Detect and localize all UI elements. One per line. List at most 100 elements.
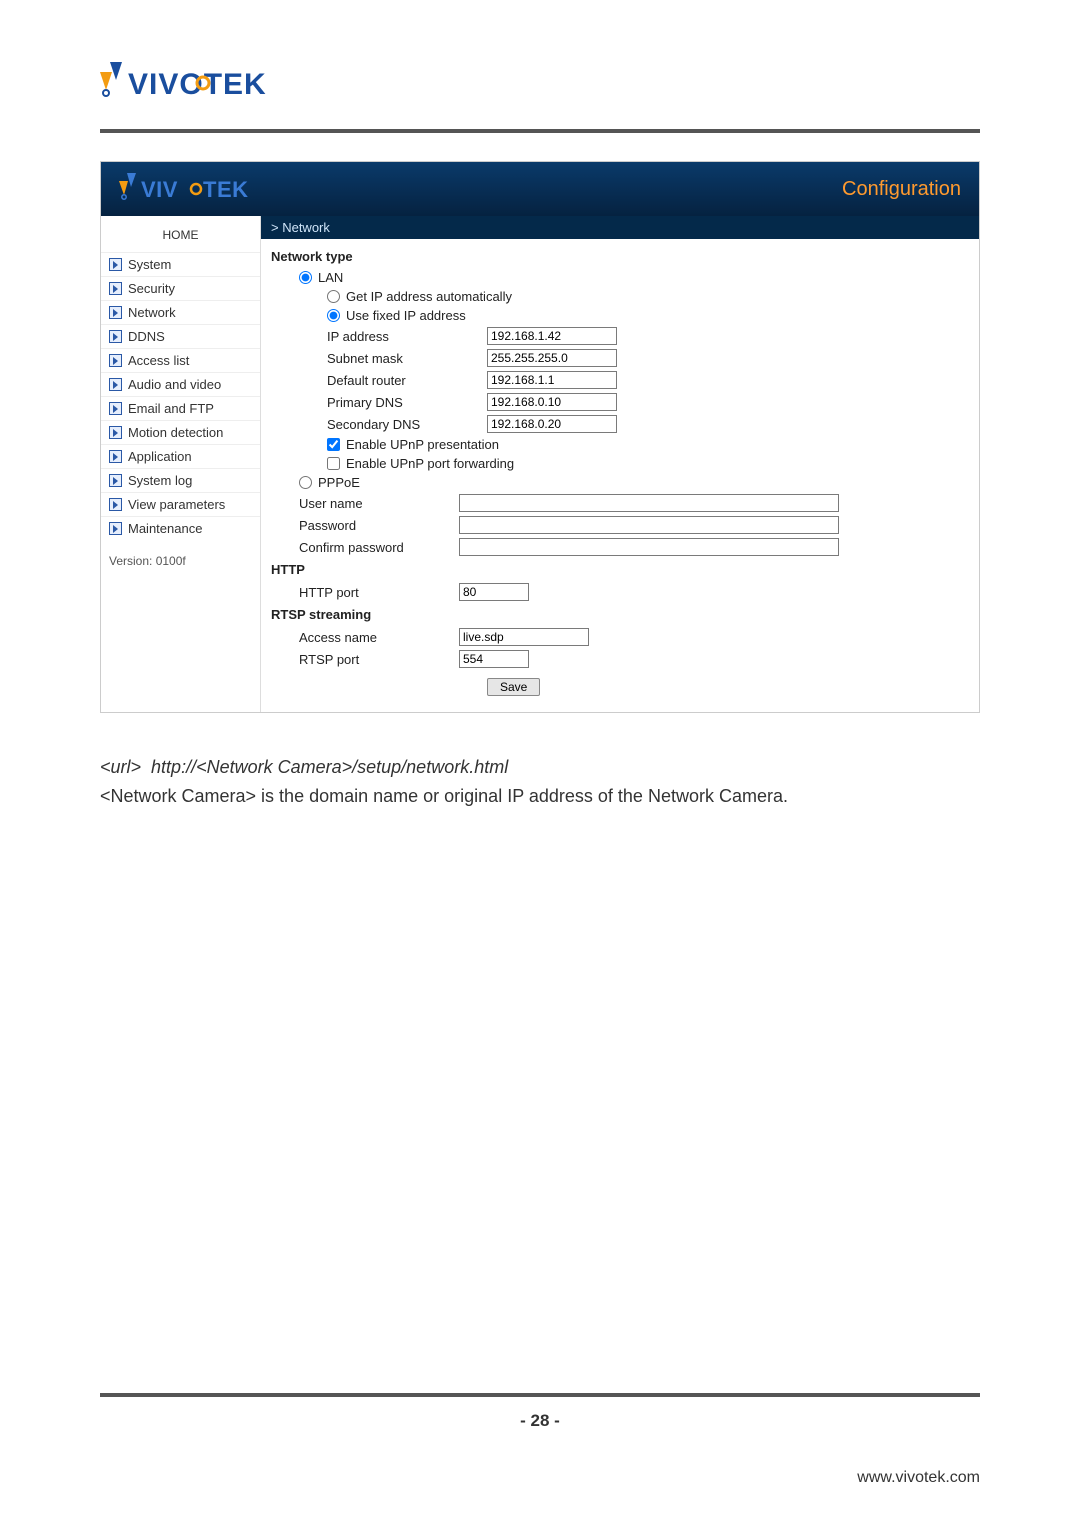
lan-radio[interactable] [299,271,312,284]
arrow-icon [109,450,122,463]
http-port-label: HTTP port [299,585,459,600]
vivotek-logo-small-icon: VIV TEK [119,171,269,205]
get-ip-auto-label: Get IP address automatically [346,289,512,304]
config-panel: VIV TEK Configuration HOME System Securi… [100,161,980,713]
arrow-icon [109,306,122,319]
lan-label: LAN [318,270,343,285]
version-label: Version: 0100f [101,540,260,582]
sidebar-item-label: Audio and video [128,377,221,392]
pppoe-radio[interactable] [299,476,312,489]
upnp-port-row[interactable]: Enable UPnP port forwarding [271,454,969,473]
sidebar-item-motion[interactable]: Motion detection [101,420,260,444]
primary-dns-input[interactable] [487,393,617,411]
top-divider [100,129,980,133]
http-port-input[interactable] [459,583,529,601]
secondary-dns-input[interactable] [487,415,617,433]
vivotek-logo-icon: VIVOTEK [100,60,310,106]
rtsp-port-input[interactable] [459,650,529,668]
content-area: > Network Network type LAN Get IP addres… [261,216,979,712]
brand-logo-top: VIVOTEK [100,60,980,109]
sidebar: HOME System Security Network DDNS Access… [101,216,261,712]
password-label: Password [299,518,459,533]
doc-description: <Network Camera> is the domain name or o… [100,782,980,811]
arrow-icon [109,426,122,439]
svg-text:VIV: VIV [141,177,178,202]
ip-address-label: IP address [327,329,487,344]
sidebar-item-label: System log [128,473,192,488]
secondary-dns-label: Secondary DNS [327,417,487,432]
arrow-icon [109,402,122,415]
arrow-icon [109,258,122,271]
router-label: Default router [327,373,487,388]
sidebar-item-maintenance[interactable]: Maintenance [101,516,260,540]
access-name-input[interactable] [459,628,589,646]
get-ip-auto-row[interactable]: Get IP address automatically [271,287,969,306]
network-type-title: Network type [271,249,969,264]
arrow-icon [109,522,122,535]
arrow-icon [109,378,122,391]
upnp-presentation-checkbox[interactable] [327,438,340,451]
url-prefix: <url> [100,757,141,777]
doc-text-block: <url> http://<Network Camera>/setup/netw… [100,753,980,811]
upnp-port-label: Enable UPnP port forwarding [346,456,514,471]
sidebar-home[interactable]: HOME [101,216,260,252]
sidebar-item-label: Security [128,281,175,296]
rtsp-title: RTSP streaming [271,607,969,622]
http-title: HTTP [271,562,969,577]
sidebar-item-label: DDNS [128,329,165,344]
use-fixed-ip-label: Use fixed IP address [346,308,466,323]
breadcrumb: > Network [261,216,979,239]
use-fixed-ip-row[interactable]: Use fixed IP address [271,306,969,325]
sidebar-item-label: Access list [128,353,189,368]
sidebar-item-label: Network [128,305,176,320]
subnet-label: Subnet mask [327,351,487,366]
sidebar-item-access-list[interactable]: Access list [101,348,260,372]
use-fixed-ip-radio[interactable] [327,309,340,322]
subnet-input[interactable] [487,349,617,367]
sidebar-item-label: Application [128,449,192,464]
arrow-icon [109,474,122,487]
rtsp-port-label: RTSP port [299,652,459,667]
arrow-icon [109,282,122,295]
footer-url: www.vivotek.com [857,1469,980,1487]
upnp-presentation-label: Enable UPnP presentation [346,437,499,452]
sidebar-item-security[interactable]: Security [101,276,260,300]
sidebar-item-email-ftp[interactable]: Email and FTP [101,396,260,420]
footer-divider [100,1393,980,1397]
panel-header: VIV TEK Configuration [101,162,979,216]
username-input[interactable] [459,494,839,512]
sidebar-item-view-params[interactable]: View parameters [101,492,260,516]
upnp-port-checkbox[interactable] [327,457,340,470]
config-title: Configuration [842,178,961,201]
page-number: - 28 - [0,1411,1080,1431]
sidebar-item-label: View parameters [128,497,225,512]
arrow-icon [109,498,122,511]
arrow-icon [109,330,122,343]
brand-logo-panel: VIV TEK [119,171,269,208]
confirm-password-label: Confirm password [299,540,459,555]
sidebar-item-system-log[interactable]: System log [101,468,260,492]
sidebar-item-audio-video[interactable]: Audio and video [101,372,260,396]
confirm-password-input[interactable] [459,538,839,556]
access-name-label: Access name [299,630,459,645]
router-input[interactable] [487,371,617,389]
upnp-presentation-row[interactable]: Enable UPnP presentation [271,435,969,454]
ip-address-input[interactable] [487,327,617,345]
svg-text:TEK: TEK [203,177,249,202]
username-label: User name [299,496,459,511]
get-ip-auto-radio[interactable] [327,290,340,303]
sidebar-item-label: Email and FTP [128,401,214,416]
sidebar-item-label: Motion detection [128,425,223,440]
pppoe-radio-row[interactable]: PPPoE [271,473,969,492]
sidebar-item-ddns[interactable]: DDNS [101,324,260,348]
sidebar-item-application[interactable]: Application [101,444,260,468]
pppoe-label: PPPoE [318,475,360,490]
sidebar-item-label: Maintenance [128,521,202,536]
sidebar-item-network[interactable]: Network [101,300,260,324]
arrow-icon [109,354,122,367]
save-button[interactable]: Save [487,678,540,696]
primary-dns-label: Primary DNS [327,395,487,410]
lan-radio-row[interactable]: LAN [271,268,969,287]
sidebar-item-system[interactable]: System [101,252,260,276]
password-input[interactable] [459,516,839,534]
